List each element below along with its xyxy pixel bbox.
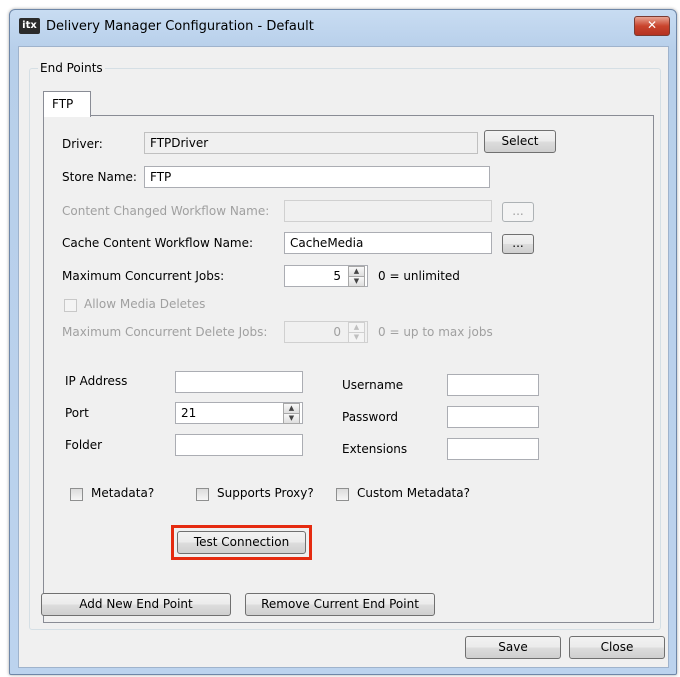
spin-down-icon[interactable]: ▼: [283, 413, 300, 424]
extensions-input[interactable]: [447, 438, 539, 460]
close-window-button[interactable]: ✕: [634, 16, 670, 36]
endpoints-group-label: End Points: [38, 61, 105, 75]
cache-content-workflow-label: Cache Content Workflow Name:: [62, 236, 254, 250]
tab-ftp[interactable]: FTP: [43, 91, 91, 117]
max-jobs-hint: 0 = unlimited: [378, 269, 460, 283]
driver-field: FTPDriver: [144, 132, 478, 154]
test-connection-button[interactable]: Test Connection: [177, 531, 306, 554]
remove-current-end-point-button[interactable]: Remove Current End Point: [245, 593, 435, 616]
content-changed-workflow-input: [284, 200, 492, 222]
custom-metadata-checkbox[interactable]: [336, 488, 349, 501]
store-name-input[interactable]: FTP: [144, 166, 490, 188]
max-delete-jobs-hint: 0 = up to max jobs: [378, 325, 493, 339]
select-driver-button[interactable]: Select: [484, 130, 556, 153]
supports-proxy-label: Supports Proxy?: [217, 486, 314, 500]
window-title: Delivery Manager Configuration - Default: [46, 19, 314, 34]
password-input[interactable]: [447, 406, 539, 428]
max-concurrent-jobs-label: Maximum Concurrent Jobs:: [62, 269, 225, 283]
max-delete-jobs-spinner: ▲ ▼: [348, 322, 365, 343]
custom-metadata-label: Custom Metadata?: [357, 486, 470, 500]
username-input[interactable]: [447, 374, 539, 396]
cache-content-workflow-input[interactable]: CacheMedia: [284, 232, 492, 254]
spin-down-icon[interactable]: ▼: [348, 276, 365, 287]
dialog-client-area: End Points FTP Driver: FTPDriver Select …: [18, 46, 669, 668]
ip-address-label: IP Address: [65, 374, 128, 388]
allow-media-deletes-label: Allow Media Deletes: [84, 297, 206, 311]
cache-content-browse-button[interactable]: ...: [502, 234, 534, 254]
content-changed-browse-button: ...: [502, 202, 534, 222]
supports-proxy-checkbox[interactable]: [196, 488, 209, 501]
folder-label: Folder: [65, 438, 103, 452]
ip-address-input[interactable]: [175, 371, 303, 393]
save-button[interactable]: Save: [465, 636, 561, 659]
spin-down-icon: ▼: [348, 332, 365, 343]
app-logo-icon: itx: [19, 18, 40, 34]
folder-input[interactable]: [175, 434, 303, 456]
driver-label: Driver:: [62, 137, 103, 151]
port-spinner[interactable]: ▲ ▼: [283, 403, 300, 424]
content-changed-workflow-label: Content Changed Workflow Name:: [62, 204, 270, 218]
username-label: Username: [342, 378, 404, 392]
dialog-window: itx Delivery Manager Configuration - Def…: [9, 9, 677, 675]
port-label: Port: [65, 406, 89, 420]
metadata-checkbox[interactable]: [70, 488, 83, 501]
allow-media-deletes-checkbox: [64, 299, 77, 312]
add-new-end-point-button[interactable]: Add New End Point: [41, 593, 231, 616]
store-name-label: Store Name:: [62, 170, 137, 184]
title-bar[interactable]: itx Delivery Manager Configuration - Def…: [10, 10, 676, 46]
metadata-label: Metadata?: [91, 486, 155, 500]
password-label: Password: [342, 410, 399, 424]
max-delete-jobs-label: Maximum Concurrent Delete Jobs:: [62, 325, 268, 339]
close-button[interactable]: Close: [569, 636, 665, 659]
ftp-tab-page: Driver: FTPDriver Select Store Name: FTP…: [43, 115, 654, 623]
extensions-label: Extensions: [342, 442, 408, 456]
max-jobs-spinner[interactable]: ▲ ▼: [348, 266, 365, 287]
tab-label: FTP: [52, 97, 74, 111]
close-icon: ✕: [646, 18, 658, 32]
